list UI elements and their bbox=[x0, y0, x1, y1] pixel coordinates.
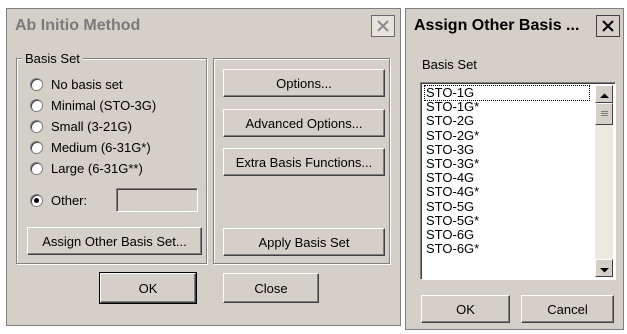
close-icon bbox=[601, 19, 615, 33]
close-window-button[interactable] bbox=[371, 15, 395, 37]
radio-circle bbox=[30, 77, 43, 91]
advanced-options-button[interactable]: Advanced Options... bbox=[223, 109, 385, 137]
radio-label: Other: bbox=[51, 192, 88, 208]
scroll-down-arrow-icon bbox=[599, 261, 609, 276]
radio-no-basis-set[interactable]: No basis set bbox=[30, 75, 123, 93]
scroll-thumb[interactable] bbox=[595, 103, 613, 125]
radio-circle-checked bbox=[30, 193, 43, 207]
basis-set-list: STO-1G STO-1G* STO-2G STO-2G* STO-3G STO-3G* S… bbox=[424, 84, 590, 256]
assign-other-basis-dialog: Assign Other Basis ... Basis Set STO-1G S… bbox=[405, 8, 624, 330]
list-item[interactable]: STO-1G* bbox=[425, 100, 589, 114]
list-item[interactable]: STO-6G* bbox=[425, 241, 589, 256]
extra-basis-functions-button[interactable]: Extra Basis Functions... bbox=[223, 148, 385, 176]
radio-circle bbox=[30, 119, 43, 133]
title-bar: Assign Other Basis ... bbox=[406, 9, 623, 43]
listbox-scrollbar[interactable] bbox=[595, 85, 613, 277]
assign-other-basis-set-button[interactable]: Assign Other Basis Set... bbox=[27, 227, 202, 255]
close-icon bbox=[376, 19, 390, 33]
title-bar: Ab Initio Method bbox=[7, 9, 400, 43]
close-button[interactable]: Close bbox=[223, 273, 319, 303]
radio-label: Large (6-31G**) bbox=[51, 160, 143, 176]
apply-basis-set-button[interactable]: Apply Basis Set bbox=[223, 228, 385, 256]
scroll-up-arrow-icon bbox=[599, 87, 609, 102]
list-item[interactable]: STO-2G bbox=[425, 114, 589, 128]
radio-medium-6-31g-star[interactable]: Medium (6-31G*) bbox=[30, 138, 151, 156]
list-item[interactable]: STO-4G bbox=[425, 171, 589, 185]
radio-minimal-sto-3g[interactable]: Minimal (STO-3G) bbox=[30, 96, 156, 114]
list-item[interactable]: STO-1G bbox=[424, 84, 590, 102]
ab-initio-method-dialog: Ab Initio Method Basis Set No basis set … bbox=[6, 8, 401, 326]
radio-label: No basis set bbox=[51, 76, 123, 92]
list-item[interactable]: STO-3G* bbox=[425, 156, 589, 171]
radio-circle bbox=[30, 161, 43, 175]
other-basis-set-field[interactable] bbox=[116, 188, 198, 212]
radio-label: Small (3-21G) bbox=[51, 118, 132, 134]
options-button[interactable]: Options... bbox=[223, 69, 385, 97]
radio-label: Medium (6-31G*) bbox=[51, 139, 151, 155]
dialog-title: Assign Other Basis ... bbox=[414, 17, 580, 34]
list-item[interactable]: STO-6G bbox=[425, 227, 589, 242]
radio-circle bbox=[30, 98, 43, 112]
basis-set-listbox[interactable]: STO-1G STO-1G* STO-2G STO-2G* STO-3G STO-3G* S… bbox=[420, 82, 616, 280]
scroll-down-button[interactable] bbox=[595, 259, 613, 277]
scroll-up-button[interactable] bbox=[595, 85, 613, 103]
close-window-button[interactable] bbox=[596, 15, 620, 37]
basis-set-radio-group: No basis set Minimal (STO-3G) Small (3-2… bbox=[16, 58, 207, 264]
list-item[interactable]: STO-5G* bbox=[425, 213, 589, 228]
list-item[interactable]: STO-2G* bbox=[425, 128, 589, 143]
cancel-button[interactable]: Cancel bbox=[521, 295, 614, 323]
radio-large-6-31g-star-star[interactable]: Large (6-31G**) bbox=[30, 159, 143, 177]
ok-button[interactable]: OK bbox=[421, 295, 510, 323]
list-item[interactable]: STO-3G bbox=[425, 142, 589, 157]
radio-circle bbox=[30, 140, 43, 154]
ok-button[interactable]: OK bbox=[99, 272, 197, 304]
radio-other[interactable]: Other: bbox=[30, 191, 87, 209]
list-item[interactable]: STO-5G bbox=[425, 199, 589, 214]
basis-set-list-label: Basis Set bbox=[422, 57, 477, 72]
list-item[interactable]: STO-4G* bbox=[425, 185, 589, 199]
dialog-title: Ab Initio Method bbox=[15, 17, 141, 34]
radio-label: Minimal (STO-3G) bbox=[51, 97, 157, 113]
radio-small-3-21g[interactable]: Small (3-21G) bbox=[30, 117, 132, 135]
